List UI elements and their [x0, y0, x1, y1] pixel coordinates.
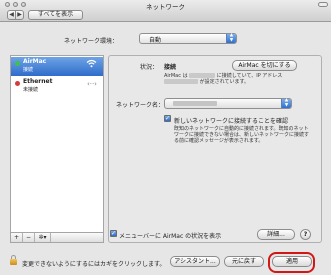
add-service-button[interactable]: + [11, 233, 23, 242]
service-status: 接続 [23, 67, 34, 73]
wifi-icon [86, 59, 97, 71]
location-label: ネットワーク環境： [64, 38, 119, 45]
popup-arrows-icon: ▲ ▼ [226, 33, 236, 43]
status-value: 接続 [164, 64, 177, 71]
redacted-ip-address [164, 79, 198, 84]
title-bar: ネットワーク ◀ ▶ すべてを表示 [0, 0, 331, 22]
redacted-network-name [189, 73, 216, 78]
ask-to-join-label: 新しいネットワークに接続することを確認 [174, 118, 289, 125]
status-label: 状況： [140, 64, 159, 71]
service-item-airmac[interactable]: AirMac 接続 [11, 57, 103, 76]
ethernet-arrows-icon: ‹··› [86, 80, 97, 88]
popup-arrows-icon: ▲ ▼ [281, 98, 291, 108]
toolbar-toggle-button[interactable] [318, 2, 328, 7]
service-status: 未接続 [23, 87, 39, 93]
show-all-button[interactable]: すべてを表示 [28, 10, 83, 20]
status-dot-icon [15, 81, 20, 86]
action-menu-button[interactable]: ✲▾ [35, 233, 51, 242]
service-name: AirMac [23, 58, 47, 65]
remove-service-button[interactable]: − [23, 233, 35, 242]
forward-button[interactable]: ▶ [16, 11, 23, 19]
assistant-button[interactable]: アシスタント... [170, 256, 220, 267]
status-description: AirMac は に接続していて、IP アドレス が設定されています。 [164, 73, 283, 85]
show-status-in-menubar-label: メニューバーに AirMac の状況を表示 [119, 233, 222, 240]
network-preferences-window: ネットワーク ◀ ▶ すべてを表示 ネットワーク環境： 自動 ▲ ▼ AirMac… [0, 0, 331, 275]
service-item-ethernet[interactable]: Ethernet 未接続 ‹··› [11, 77, 103, 96]
service-list: AirMac 接続 Ethernet 未接続 ‹··› [10, 55, 104, 233]
network-name-select[interactable]: ▲ ▼ [164, 98, 292, 109]
redacted-network-name-field [173, 101, 217, 106]
back-forward-control: ◀ ▶ [7, 10, 24, 20]
revert-button[interactable]: 元に戻す [224, 256, 264, 267]
service-list-toolbar: + − ✲▾ [10, 233, 104, 243]
ask-to-join-description: 既知のネットワークに自動的に接続されます。既知のネット ワークに接続できない場合… [174, 126, 310, 144]
turn-airmac-off-button[interactable]: AirMac を切にする [232, 60, 297, 71]
location-select[interactable]: 自動 ▲ ▼ [139, 33, 237, 44]
advanced-button[interactable]: 詳細... [257, 229, 295, 240]
lock-icon[interactable] [10, 255, 17, 266]
highlight-ring [268, 252, 315, 273]
ask-to-join-checkbox[interactable]: ✓ [164, 115, 171, 122]
back-button[interactable]: ◀ [8, 11, 16, 19]
location-value: 自動 [149, 37, 162, 44]
status-dot-icon [15, 61, 20, 66]
service-name: Ethernet [23, 78, 53, 85]
network-name-label: ネットワーク名： [116, 102, 165, 109]
help-button[interactable]: ? [300, 229, 311, 240]
lock-description: 変更できないようにするにはカギをクリックします。 [22, 261, 166, 268]
show-status-in-menubar-checkbox[interactable]: ✓ [110, 230, 117, 237]
